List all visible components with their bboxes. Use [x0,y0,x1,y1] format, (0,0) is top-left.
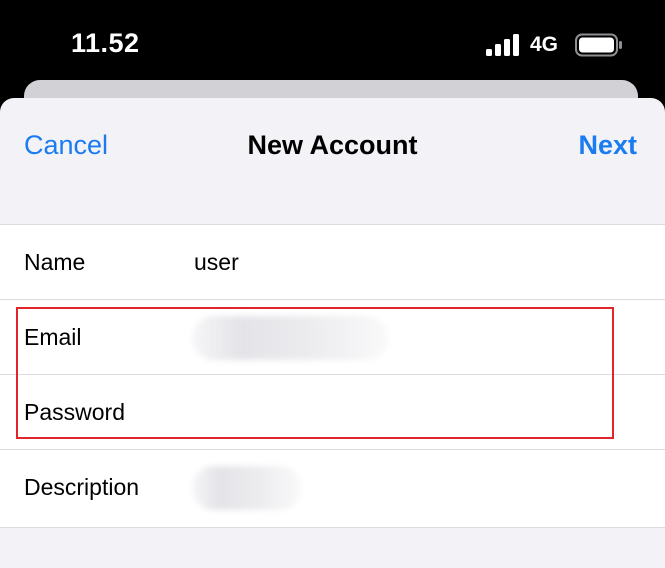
name-label: Name [24,249,86,275]
status-time: 11.52 [71,28,140,58]
highlight-annotation-box [16,307,614,439]
navigation-bar: Cancel New Account Next [0,98,665,198]
cellular-signal-icon [486,34,519,56]
name-field[interactable]: user [194,249,239,276]
name-row[interactable]: Name user [0,225,665,300]
description-row[interactable]: Description [0,450,665,525]
description-label: Description [24,474,140,500]
description-field-redacted[interactable] [192,466,302,510]
page-title: New Account [247,130,418,160]
next-button[interactable]: Next [578,130,637,161]
network-type-label: 4G [530,33,559,56]
status-bar: 11.52 4G [0,0,665,82]
battery-icon [575,33,622,57]
